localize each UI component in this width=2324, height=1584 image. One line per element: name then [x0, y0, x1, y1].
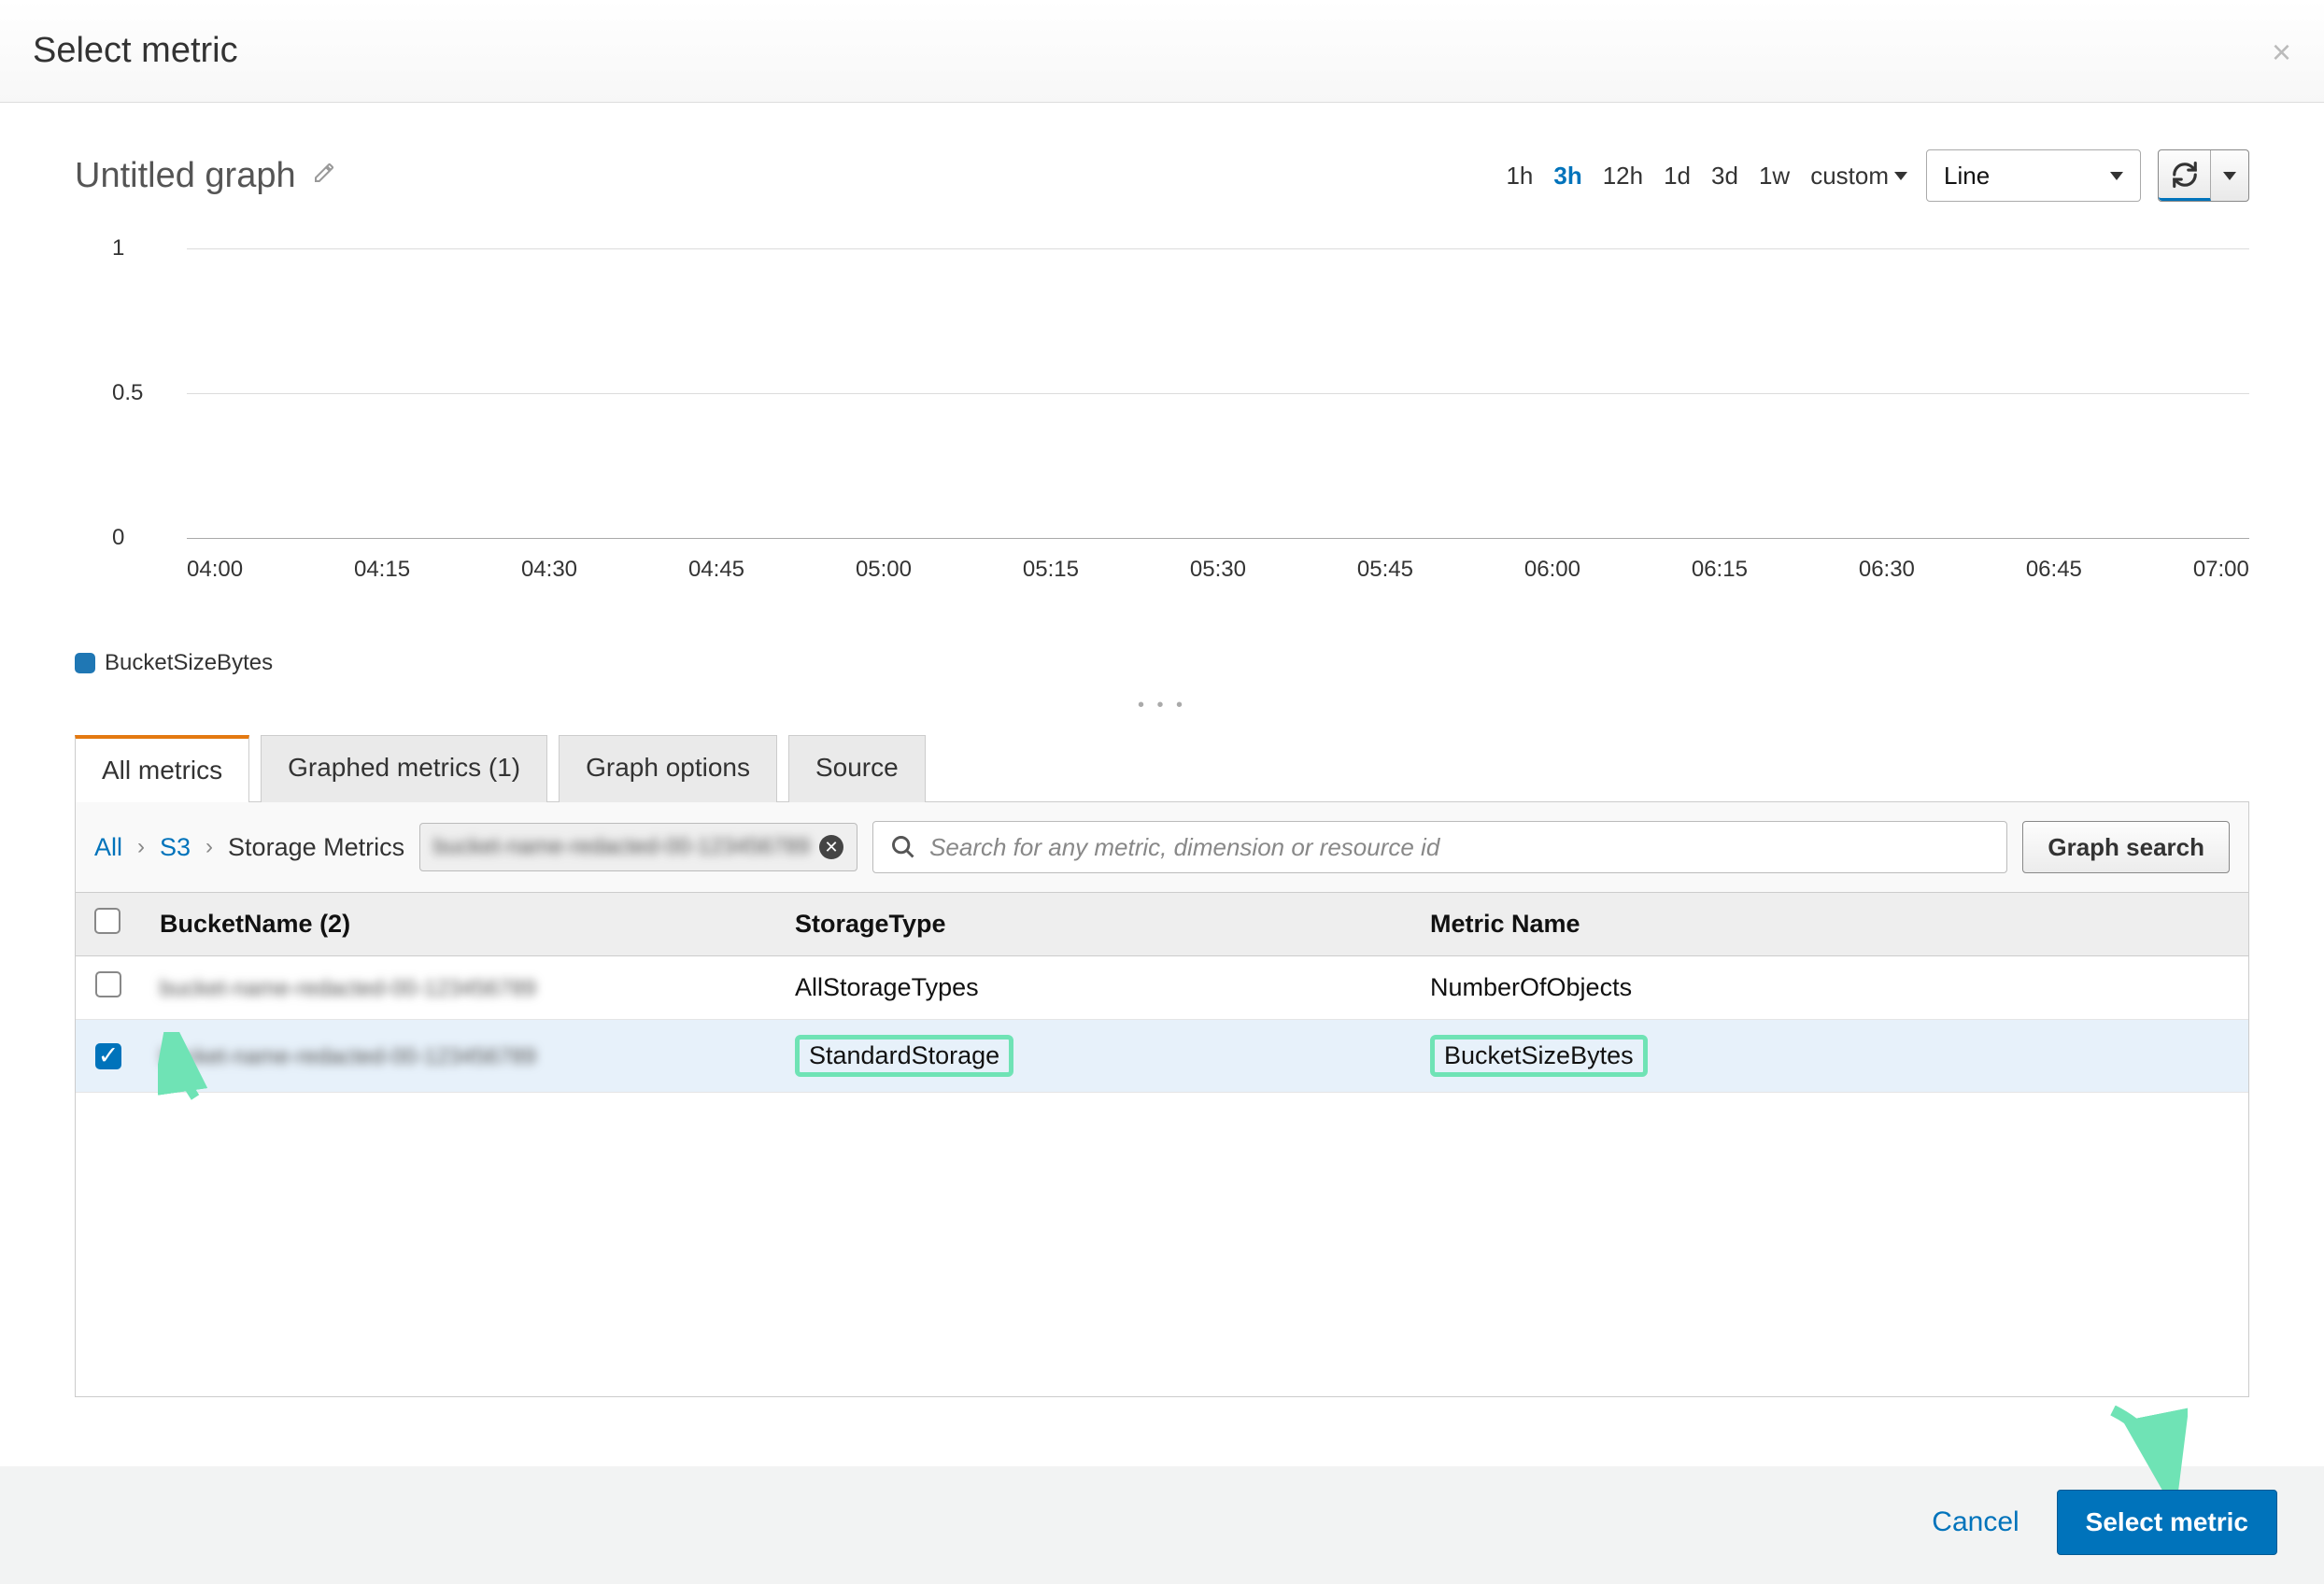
col-metricname[interactable]: Metric Name — [1411, 893, 2248, 956]
table-row[interactable]: bucket-name-redacted-00-123456789 AllSto… — [76, 956, 2248, 1020]
x-tick: 06:45 — [2026, 557, 2082, 631]
x-tick: 05:00 — [856, 557, 912, 631]
graph-title[interactable]: Untitled graph — [75, 156, 296, 196]
col-bucketname[interactable]: BucketName (2) — [141, 893, 776, 956]
legend-swatch — [75, 653, 95, 673]
x-tick: 04:30 — [521, 557, 577, 631]
filter-chip[interactable]: bucket-name-redacted-00-123456789 ✕ — [419, 823, 857, 871]
y-tick: 0 — [112, 525, 124, 551]
x-tick: 05:30 — [1190, 557, 1246, 631]
chip-remove-icon[interactable]: ✕ — [819, 835, 843, 859]
tab-graph-options[interactable]: Graph options — [559, 735, 777, 802]
filter-chip-label: bucket-name-redacted-00-123456789 — [433, 834, 810, 860]
tab-graphed-metrics[interactable]: Graphed metrics (1) — [261, 735, 547, 802]
time-1h[interactable]: 1h — [1504, 158, 1535, 194]
cancel-button[interactable]: Cancel — [1932, 1506, 2019, 1538]
panel-toolbar: All › S3 › Storage Metrics bucket-name-r… — [76, 802, 2248, 892]
chevron-right-icon: › — [205, 834, 213, 860]
resize-handle[interactable]: • • • — [75, 695, 2249, 716]
x-tick: 04:45 — [688, 557, 744, 631]
time-custom[interactable]: custom — [1808, 158, 1909, 194]
modal-title: Select metric — [33, 31, 238, 71]
x-tick: 05:15 — [1023, 557, 1079, 631]
chart-area: 1 0.5 0 04:00 04:15 04:30 04:45 05:00 05… — [112, 239, 2249, 631]
close-icon[interactable]: × — [2272, 33, 2291, 72]
graph-search-button[interactable]: Graph search — [2022, 821, 2230, 873]
select-all-checkbox[interactable] — [94, 908, 120, 934]
chart-legend[interactable]: BucketSizeBytes — [75, 650, 2249, 676]
chevron-right-icon: › — [137, 834, 145, 860]
metrics-table-wrap: BucketName (2) StorageType Metric Name b… — [76, 892, 2248, 1396]
tab-source[interactable]: Source — [788, 735, 926, 802]
caret-down-icon — [2110, 172, 2123, 180]
y-tick: 1 — [112, 235, 124, 262]
refresh-dropdown[interactable] — [2211, 150, 2248, 201]
bucket-name-cell: bucket-name-redacted-00-123456789 — [160, 1044, 536, 1069]
grid-line — [187, 393, 2249, 394]
breadcrumb-s3[interactable]: S3 — [160, 833, 191, 862]
graph-header: Untitled graph 1h 3h 12h 1d 3d 1w custom… — [75, 149, 2249, 202]
breadcrumb-all[interactable]: All — [94, 833, 122, 862]
time-1w[interactable]: 1w — [1757, 158, 1792, 194]
storage-type-cell: AllStorageTypes — [795, 973, 979, 1001]
time-3h[interactable]: 3h — [1552, 158, 1583, 194]
modal-header: Select metric × — [0, 0, 2324, 103]
bucket-name-cell: bucket-name-redacted-00-123456789 — [160, 976, 536, 1001]
time-3d[interactable]: 3d — [1709, 158, 1740, 194]
tabs: All metrics Graphed metrics (1) Graph op… — [75, 735, 2249, 802]
caret-down-icon — [2223, 172, 2236, 180]
table-row[interactable]: ✓ bucket-name-redacted-00-123456789 Stan… — [76, 1020, 2248, 1093]
edit-icon[interactable] — [313, 162, 335, 191]
x-tick: 06:00 — [1524, 557, 1580, 631]
grid-line — [187, 248, 2249, 249]
search-input[interactable] — [929, 833, 1990, 862]
x-tick: 05:45 — [1357, 557, 1413, 631]
table-header-row: BucketName (2) StorageType Metric Name — [76, 893, 2248, 956]
refresh-group — [2158, 149, 2249, 202]
x-tick: 06:30 — [1859, 557, 1915, 631]
modal-footer: Cancel Select metric — [0, 1466, 2324, 1578]
metric-name-cell: BucketSizeBytes — [1430, 1035, 1648, 1077]
col-storagetype[interactable]: StorageType — [776, 893, 1411, 956]
search-icon — [890, 834, 916, 860]
x-tick: 04:00 — [187, 557, 243, 631]
caret-down-icon — [1894, 172, 1907, 180]
chart-type-select[interactable]: Line — [1926, 149, 2141, 202]
time-custom-label: custom — [1810, 162, 1889, 191]
legend-label: BucketSizeBytes — [105, 650, 273, 676]
chart-type-label: Line — [1944, 162, 1990, 191]
metric-name-cell: NumberOfObjects — [1430, 973, 1632, 1001]
x-tick: 07:00 — [2193, 557, 2249, 631]
metrics-panel: All › S3 › Storage Metrics bucket-name-r… — [75, 801, 2249, 1397]
time-1d[interactable]: 1d — [1662, 158, 1693, 194]
time-12h[interactable]: 12h — [1601, 158, 1645, 194]
row-checkbox[interactable]: ✓ — [95, 1043, 121, 1069]
modal-body: Untitled graph 1h 3h 12h 1d 3d 1w custom… — [0, 103, 2324, 1466]
tab-all-metrics[interactable]: All metrics — [75, 735, 249, 802]
x-tick: 06:15 — [1692, 557, 1748, 631]
x-tick: 04:15 — [354, 557, 410, 631]
breadcrumb-storage: Storage Metrics — [228, 833, 404, 862]
time-range-selector: 1h 3h 12h 1d 3d 1w custom Line — [1504, 149, 2249, 202]
y-tick: 0.5 — [112, 380, 143, 406]
axis-line — [187, 538, 2249, 539]
metrics-table: BucketName (2) StorageType Metric Name b… — [76, 892, 2248, 1093]
select-metric-button[interactable]: Select metric — [2057, 1490, 2277, 1555]
refresh-button[interactable] — [2159, 150, 2211, 201]
search-box[interactable] — [872, 821, 2007, 873]
storage-type-cell: StandardStorage — [795, 1035, 1013, 1077]
x-axis-labels: 04:00 04:15 04:30 04:45 05:00 05:15 05:3… — [187, 557, 2249, 631]
row-checkbox[interactable] — [95, 971, 121, 997]
